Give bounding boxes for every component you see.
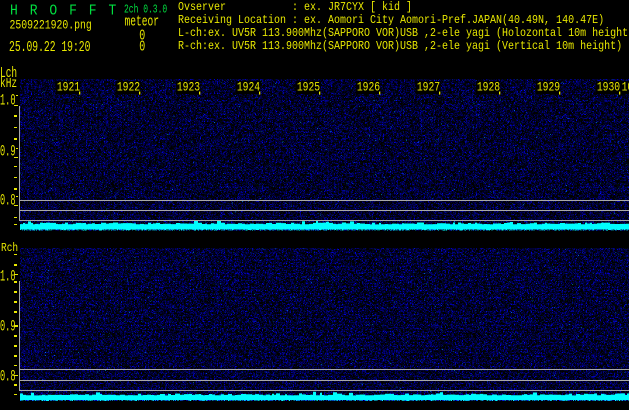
svg-text:1930: 1930 — [597, 81, 620, 94]
svg-text:1922: 1922 — [117, 81, 140, 94]
svg-text:1928: 1928 — [477, 81, 500, 94]
svg-text:10: 10 — [622, 81, 629, 94]
svg-text:1925: 1925 — [297, 81, 320, 94]
svg-text:1927: 1927 — [417, 81, 440, 94]
svg-text:1921: 1921 — [57, 81, 80, 94]
svg-text:1926: 1926 — [357, 81, 380, 94]
svg-text:1923: 1923 — [177, 81, 200, 94]
svg-text:1924: 1924 — [237, 81, 260, 94]
svg-text:1929: 1929 — [537, 81, 560, 94]
